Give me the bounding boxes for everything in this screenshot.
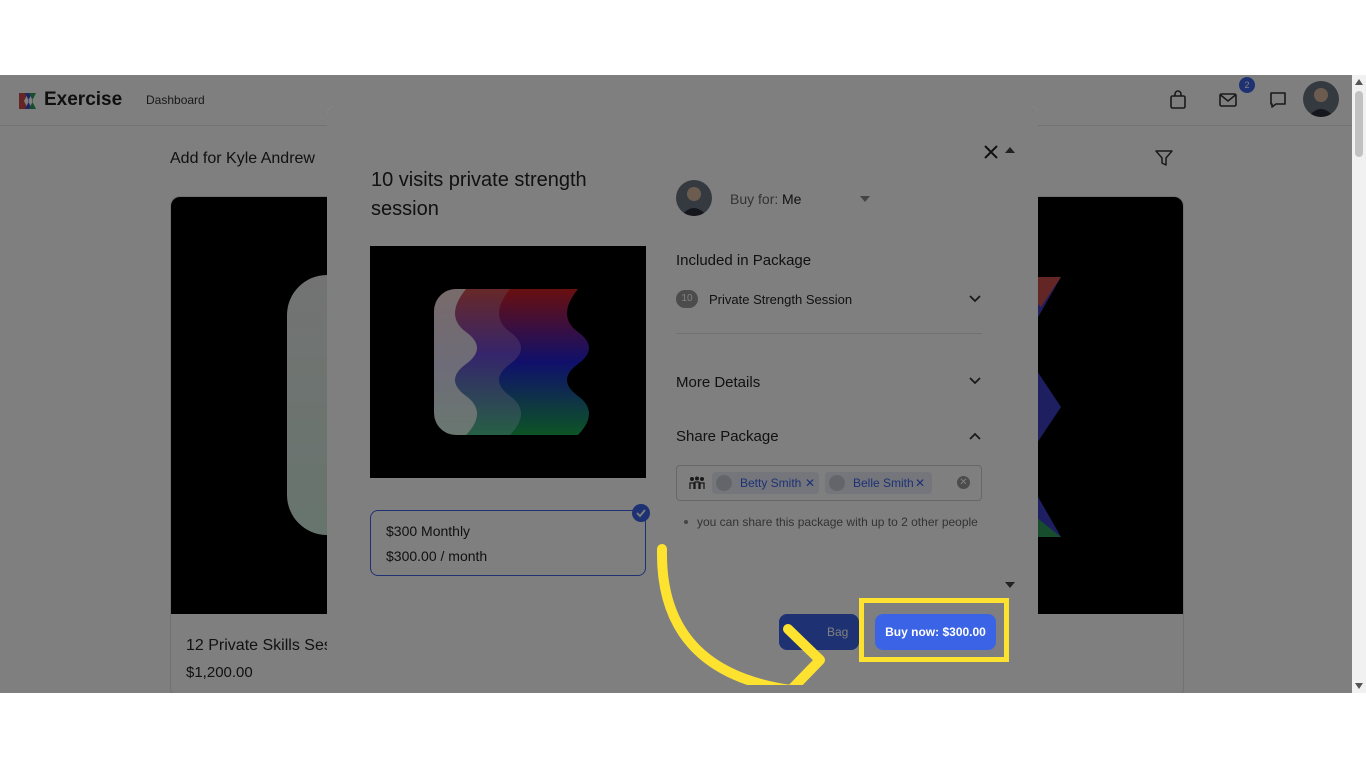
package-image: [370, 246, 646, 478]
buy-for-avatar: [676, 180, 712, 216]
shared-user-name: Betty Smith: [740, 476, 802, 490]
shared-user-chip: Betty Smith ✕: [712, 472, 819, 494]
divider: [676, 333, 982, 334]
modal-title: 10 visits private strength session: [371, 169, 587, 220]
more-details-toggle[interactable]: More Details: [676, 374, 760, 391]
buy-now-button[interactable]: Buy now: $300.00: [875, 614, 996, 650]
browser-viewport: Exercise Dashboard 2 Add for Kyle Andrew: [0, 75, 1366, 693]
avatar: [829, 475, 845, 491]
buy-for-select[interactable]: Me: [782, 191, 801, 207]
share-hint: you can share this package with up to 2 …: [697, 515, 978, 529]
remove-chip-icon[interactable]: ✕: [915, 476, 925, 490]
included-item: Private Strength Session: [709, 292, 853, 307]
price-option-amount: $300.00 / month: [386, 548, 488, 564]
included-heading: Included in Package: [676, 252, 812, 269]
modal-scroll-down-icon[interactable]: [1005, 582, 1015, 588]
clear-all-icon[interactable]: ✕: [957, 476, 970, 489]
caret-down-icon[interactable]: [860, 196, 870, 202]
shared-user-chip: Belle Smith ✕: [825, 472, 932, 494]
share-package-toggle[interactable]: Share Package: [676, 428, 779, 445]
buy-now-label: Buy now: $300.00: [885, 625, 986, 639]
scroll-up-icon[interactable]: [1355, 79, 1363, 85]
shared-user-name: Belle Smith: [853, 476, 914, 490]
bullet: [684, 520, 688, 524]
price-option-name: $300 Monthly: [386, 523, 471, 539]
page-scrollbar[interactable]: [1352, 75, 1366, 693]
buy-for-label: Buy for:: [730, 191, 779, 207]
scroll-down-icon[interactable]: [1355, 683, 1363, 689]
scrollbar-thumb[interactable]: [1355, 91, 1363, 157]
avatar: [716, 475, 732, 491]
share-input[interactable]: Betty Smith ✕ Belle Smith ✕ ✕: [676, 465, 982, 501]
check-icon: [632, 504, 650, 522]
included-count-badge: 10: [676, 290, 698, 308]
close-icon[interactable]: [983, 144, 999, 160]
chevron-up-icon[interactable]: [968, 429, 982, 443]
people-icon: [689, 476, 705, 489]
modal-scroll-up-icon[interactable]: [1005, 147, 1015, 153]
tutorial-arrow-icon: [656, 544, 825, 685]
remove-chip-icon[interactable]: ✕: [805, 476, 815, 490]
price-option-card[interactable]: $300 Monthly $300.00 / month: [370, 510, 646, 576]
chevron-down-icon[interactable]: [968, 374, 982, 388]
chevron-down-icon[interactable]: [968, 292, 982, 306]
